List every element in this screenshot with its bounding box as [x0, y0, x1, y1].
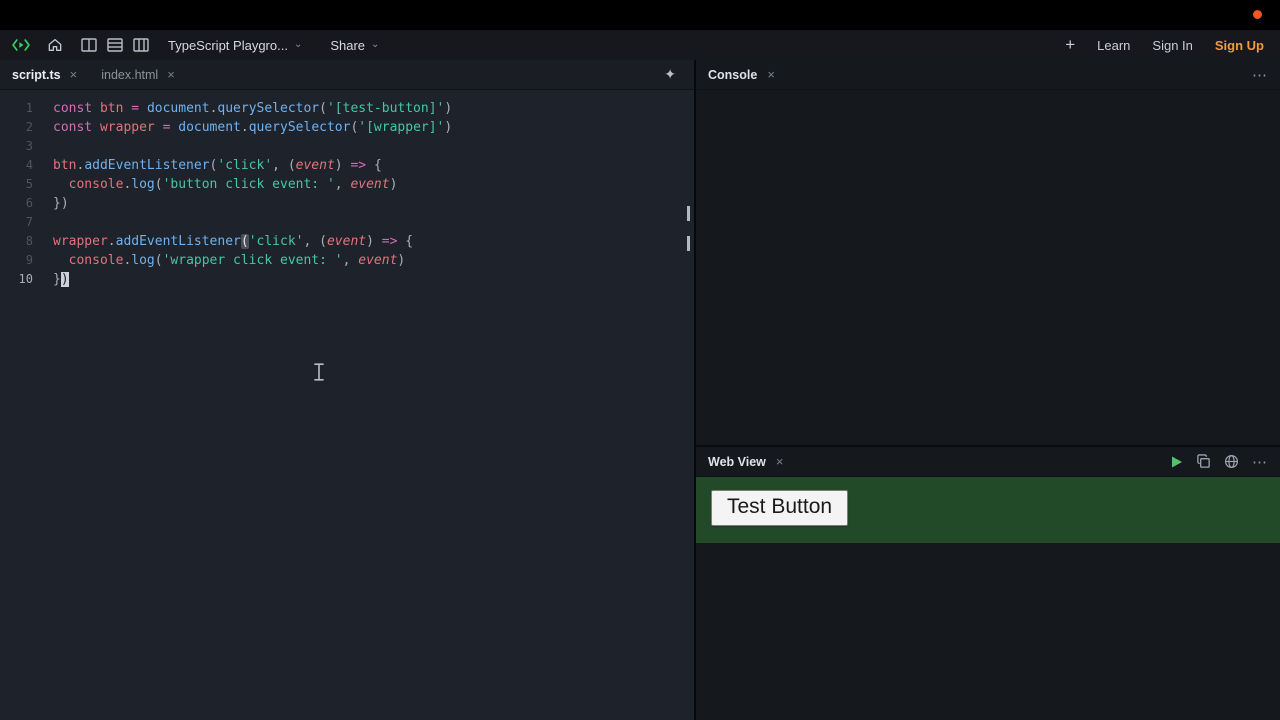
webview-header: Web View × ⋯: [696, 447, 1280, 477]
sign-in-link[interactable]: Sign In: [1152, 38, 1192, 53]
system-bar: [0, 0, 1280, 30]
close-icon[interactable]: ×: [776, 454, 784, 469]
layout-grid-icon[interactable]: [130, 34, 152, 56]
tab-script-ts[interactable]: script.ts ×: [12, 60, 93, 90]
share-label: Share: [330, 37, 366, 53]
layout-rows-icon[interactable]: [104, 34, 126, 56]
plus-icon[interactable]: +: [1065, 35, 1075, 55]
test-button[interactable]: Test Button: [711, 490, 849, 526]
code-line: console.log('wrapper click event: ', eve…: [68, 253, 406, 268]
code-line: btn.addEventListener('click', (event) =>…: [53, 158, 382, 173]
code-lines: const btn = document.querySelector('[tes…: [40, 90, 452, 720]
code-line: const btn = document.querySelector('[tes…: [53, 101, 453, 116]
console-menu-icon[interactable]: ⋯: [1252, 66, 1268, 84]
console-header: Console × ⋯: [696, 60, 1280, 90]
code-editor[interactable]: 1 2 3 4 5 6 7 8 9 10 const btn = document.querySe…: [0, 90, 694, 720]
code-line: wrapper.addEventListener('click', (event…: [53, 234, 414, 249]
webview-title: Web View: [708, 454, 766, 469]
learn-link[interactable]: Learn: [1097, 38, 1130, 53]
webview-menu-icon[interactable]: ⋯: [1252, 453, 1268, 471]
code-line: }): [53, 272, 69, 287]
console-title: Console: [708, 67, 758, 82]
tab-label: script.ts: [12, 67, 61, 82]
screen: TypeScript Playgro... ⌄ Share ⌄ + Learn …: [0, 0, 1280, 720]
webview-panel: Web View × ⋯ Test Button: [696, 445, 1280, 720]
overview-ruler-marker: [687, 236, 690, 251]
side-panels: Console × ⋯ Web View × ⋯ Test Button: [696, 60, 1280, 720]
layout-columns-icon[interactable]: [78, 34, 100, 56]
close-icon[interactable]: ×: [167, 68, 175, 81]
project-title-menu[interactable]: TypeScript Playgro... ⌄: [168, 38, 302, 53]
wrapper-area[interactable]: Test Button: [696, 477, 1280, 543]
sparkles-icon[interactable]: ✦: [664, 66, 676, 83]
run-play-icon[interactable]: [1170, 455, 1183, 469]
open-in-browser-globe-icon[interactable]: [1224, 454, 1239, 469]
editor-tab-bar: script.ts × index.html × ✦: [0, 60, 694, 90]
project-title: TypeScript Playgro...: [168, 37, 288, 53]
view-layout-group: [78, 34, 156, 56]
console-panel: Console × ⋯: [696, 60, 1280, 445]
duplicate-view-icon[interactable]: [1196, 454, 1211, 469]
overview-ruler-marker: [687, 206, 690, 221]
home-icon[interactable]: [44, 34, 66, 56]
share-menu[interactable]: Share ⌄: [330, 38, 379, 53]
app-logo-icon[interactable]: [10, 34, 32, 56]
chevron-down-icon: ⌄: [293, 39, 303, 50]
console-output: [696, 90, 1280, 445]
editor-pane: script.ts × index.html × ✦ 1 2 3 4 5 6 7 8 9 10 c…: [0, 60, 696, 720]
code-line: const wrapper = document.querySelector('…: [53, 120, 453, 135]
app-window: TypeScript Playgro... ⌄ Share ⌄ + Learn …: [0, 30, 1280, 720]
close-icon[interactable]: ×: [70, 68, 78, 81]
code-line: console.log('button click event: ', even…: [68, 177, 398, 192]
line-numbers: 1 2 3 4 5 6 7 8 9 10: [18, 101, 33, 286]
sign-up-link[interactable]: Sign Up: [1215, 38, 1264, 53]
recording-indicator-dot: [1253, 10, 1262, 19]
mouse-cursor-ibeam: [314, 363, 324, 381]
webview-body: Test Button: [696, 477, 1280, 720]
close-icon[interactable]: ×: [767, 67, 775, 82]
tab-label: index.html: [101, 67, 159, 82]
code-line: }): [53, 196, 69, 211]
chevron-down-icon: ⌄: [371, 39, 380, 50]
app-header: TypeScript Playgro... ⌄ Share ⌄ + Learn …: [0, 30, 1280, 60]
tab-index-html[interactable]: index.html ×: [101, 60, 191, 90]
